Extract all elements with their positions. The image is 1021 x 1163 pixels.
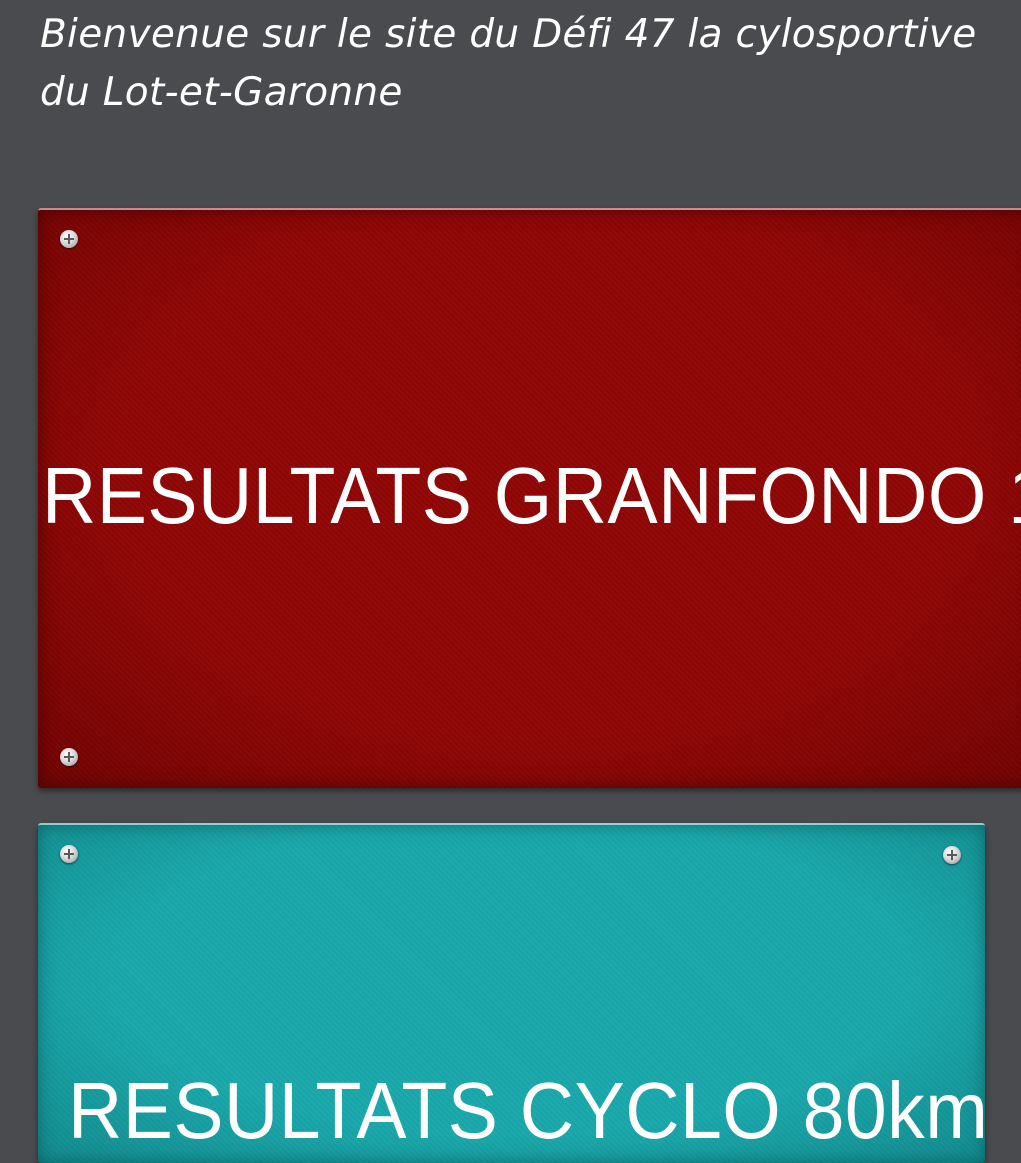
screw-icon bbox=[943, 846, 961, 864]
screw-icon bbox=[60, 230, 78, 248]
page: { "welcome": { "text": "Bienvenue sur le… bbox=[0, 0, 1021, 1163]
welcome-text: Bienvenue sur le site du Défi 47 la cylo… bbox=[40, 12, 977, 115]
screw-icon bbox=[60, 748, 78, 766]
results-cyclo-button[interactable]: RESULTATS CYCLO 80km bbox=[38, 823, 985, 1163]
results-cyclo-label: RESULTATS CYCLO 80km bbox=[68, 1066, 985, 1155]
results-granfondo-label: RESULTATS GRANFONDO 1 bbox=[42, 451, 1021, 540]
results-granfondo-button[interactable]: RESULTATS GRANFONDO 1 bbox=[38, 208, 1021, 788]
screw-icon bbox=[60, 845, 78, 863]
